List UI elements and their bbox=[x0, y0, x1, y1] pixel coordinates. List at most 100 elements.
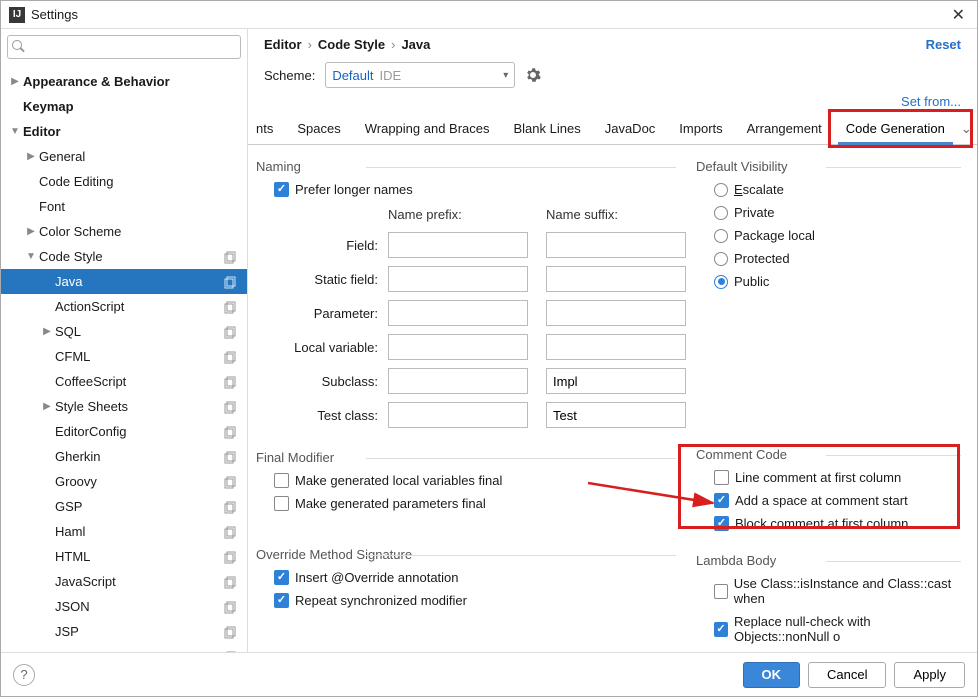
tree-item-json[interactable]: JSON bbox=[1, 594, 247, 619]
lambda-use-checkbox[interactable] bbox=[714, 584, 728, 599]
field-prefix-input[interactable] bbox=[388, 232, 528, 258]
block-comment-checkbox[interactable] bbox=[714, 516, 729, 531]
static-prefix-input[interactable] bbox=[388, 266, 528, 292]
scheme-dropdown[interactable]: DefaultIDE ▾ bbox=[325, 62, 515, 88]
field-suffix-input[interactable] bbox=[546, 232, 686, 258]
section-naming: Naming bbox=[256, 155, 676, 178]
set-from-link[interactable]: Set from... bbox=[901, 94, 961, 109]
tree-item-font[interactable]: Font bbox=[1, 194, 247, 219]
name-prefix-header: Name prefix: bbox=[388, 207, 528, 224]
tree-item-label: Haml bbox=[53, 524, 223, 539]
gear-icon[interactable] bbox=[525, 67, 541, 83]
tree-item-color-scheme[interactable]: ▶Color Scheme bbox=[1, 219, 247, 244]
reset-link[interactable]: Reset bbox=[926, 37, 961, 52]
final-vars-checkbox[interactable] bbox=[274, 473, 289, 488]
tree-item-actionscript[interactable]: ActionScript bbox=[1, 294, 247, 319]
visibility-escalate-radio[interactable] bbox=[714, 183, 728, 197]
tab-spaces[interactable]: Spaces bbox=[285, 113, 352, 144]
visibility-package-radio[interactable] bbox=[714, 229, 728, 243]
tabs-overflow-icon[interactable]: ⌄ bbox=[957, 115, 976, 143]
copy-icon bbox=[223, 425, 237, 439]
tab-imports[interactable]: Imports bbox=[667, 113, 734, 144]
window-title: Settings bbox=[31, 7, 948, 22]
copy-icon bbox=[223, 625, 237, 639]
subclass-suffix-input[interactable] bbox=[546, 368, 686, 394]
tree-item-keymap[interactable]: Keymap bbox=[1, 94, 247, 119]
space-comment-checkbox[interactable] bbox=[714, 493, 729, 508]
tabs-bar: nts SpacesWrapping and BracesBlank Lines… bbox=[248, 113, 977, 145]
tab-arrangement[interactable]: Arrangement bbox=[735, 113, 834, 144]
visibility-private-radio[interactable] bbox=[714, 206, 728, 220]
local-suffix-input[interactable] bbox=[546, 334, 686, 360]
tab-wrapping-and-braces[interactable]: Wrapping and Braces bbox=[353, 113, 502, 144]
parameter-suffix-input[interactable] bbox=[546, 300, 686, 326]
tree-item-appearance-behavior[interactable]: ▶Appearance & Behavior bbox=[1, 69, 247, 94]
tab-javadoc[interactable]: JavaDoc bbox=[593, 113, 668, 144]
cancel-button[interactable]: Cancel bbox=[808, 662, 886, 688]
tree-item-label: Style Sheets bbox=[53, 399, 223, 414]
tree-item-jsp[interactable]: JSP bbox=[1, 619, 247, 644]
tree-item-label: GSP bbox=[53, 499, 223, 514]
copy-icon bbox=[223, 525, 237, 539]
line-comment-checkbox[interactable] bbox=[714, 470, 729, 485]
visibility-protected-radio[interactable] bbox=[714, 252, 728, 266]
tab-blank-lines[interactable]: Blank Lines bbox=[502, 113, 593, 144]
breadcrumb-codestyle[interactable]: Code Style bbox=[318, 37, 385, 52]
tree-item-sql[interactable]: ▶SQL bbox=[1, 319, 247, 344]
lambda-replace-checkbox[interactable] bbox=[714, 622, 728, 637]
tree-item-label: Keymap bbox=[21, 99, 247, 114]
visibility-private-label: Private bbox=[734, 205, 774, 220]
tree-item-html[interactable]: HTML bbox=[1, 544, 247, 569]
visibility-escalate-label: Escalate bbox=[734, 182, 784, 197]
tree-item-jspx[interactable]: JSPX bbox=[1, 644, 247, 652]
tree-item-cfml[interactable]: CFML bbox=[1, 344, 247, 369]
prefer-longer-names-checkbox[interactable] bbox=[274, 182, 289, 197]
tree-item-gherkin[interactable]: Gherkin bbox=[1, 444, 247, 469]
tree-item-editorconfig[interactable]: EditorConfig bbox=[1, 419, 247, 444]
tab-code-generation[interactable]: Code Generation bbox=[834, 113, 957, 144]
tree-item-code-editing[interactable]: Code Editing bbox=[1, 169, 247, 194]
section-comment: Comment Code bbox=[696, 443, 961, 466]
tree-item-code-style[interactable]: ▼Code Style bbox=[1, 244, 247, 269]
repeat-sync-checkbox[interactable] bbox=[274, 593, 289, 608]
ok-button[interactable]: OK bbox=[743, 662, 801, 688]
chevron-icon: ▼ bbox=[25, 251, 37, 262]
insert-override-checkbox[interactable] bbox=[274, 570, 289, 585]
tree-item-label: JSON bbox=[53, 599, 223, 614]
testclass-suffix-input[interactable] bbox=[546, 402, 686, 428]
section-final: Final Modifier bbox=[256, 446, 676, 469]
tree-item-general[interactable]: ▶General bbox=[1, 144, 247, 169]
tree-item-coffeescript[interactable]: CoffeeScript bbox=[1, 369, 247, 394]
tree-item-java[interactable]: Java bbox=[1, 269, 247, 294]
search-input[interactable] bbox=[30, 40, 236, 55]
content-area: Naming Prefer longer names Name prefix:N… bbox=[248, 145, 977, 652]
chevron-icon: ▶ bbox=[25, 151, 37, 162]
tree-item-label: JSPX bbox=[53, 649, 223, 652]
tree-item-label: General bbox=[37, 149, 247, 164]
static-suffix-input[interactable] bbox=[546, 266, 686, 292]
tree-item-haml[interactable]: Haml bbox=[1, 519, 247, 544]
chevron-icon: ▶ bbox=[41, 326, 53, 337]
tab-partial[interactable]: nts bbox=[256, 113, 285, 144]
tree-item-javascript[interactable]: JavaScript bbox=[1, 569, 247, 594]
search-input-wrap[interactable] bbox=[7, 35, 241, 59]
subclass-prefix-input[interactable] bbox=[388, 368, 528, 394]
help-icon[interactable]: ? bbox=[13, 664, 35, 686]
copy-icon bbox=[223, 375, 237, 389]
tree-item-groovy[interactable]: Groovy bbox=[1, 469, 247, 494]
final-params-checkbox[interactable] bbox=[274, 496, 289, 511]
apply-button[interactable]: Apply bbox=[894, 662, 965, 688]
tree-item-editor[interactable]: ▼Editor bbox=[1, 119, 247, 144]
close-icon[interactable]: ✕ bbox=[948, 5, 969, 25]
parameter-prefix-input[interactable] bbox=[388, 300, 528, 326]
testclass-prefix-input[interactable] bbox=[388, 402, 528, 428]
line-comment-label: Line comment at first column bbox=[735, 470, 901, 485]
visibility-public-label: Public bbox=[734, 274, 769, 289]
tree-item-gsp[interactable]: GSP bbox=[1, 494, 247, 519]
visibility-protected-label: Protected bbox=[734, 251, 790, 266]
tree-item-label: CFML bbox=[53, 349, 223, 364]
breadcrumb-editor[interactable]: Editor bbox=[264, 37, 302, 52]
visibility-public-radio[interactable] bbox=[714, 275, 728, 289]
local-prefix-input[interactable] bbox=[388, 334, 528, 360]
tree-item-style-sheets[interactable]: ▶Style Sheets bbox=[1, 394, 247, 419]
